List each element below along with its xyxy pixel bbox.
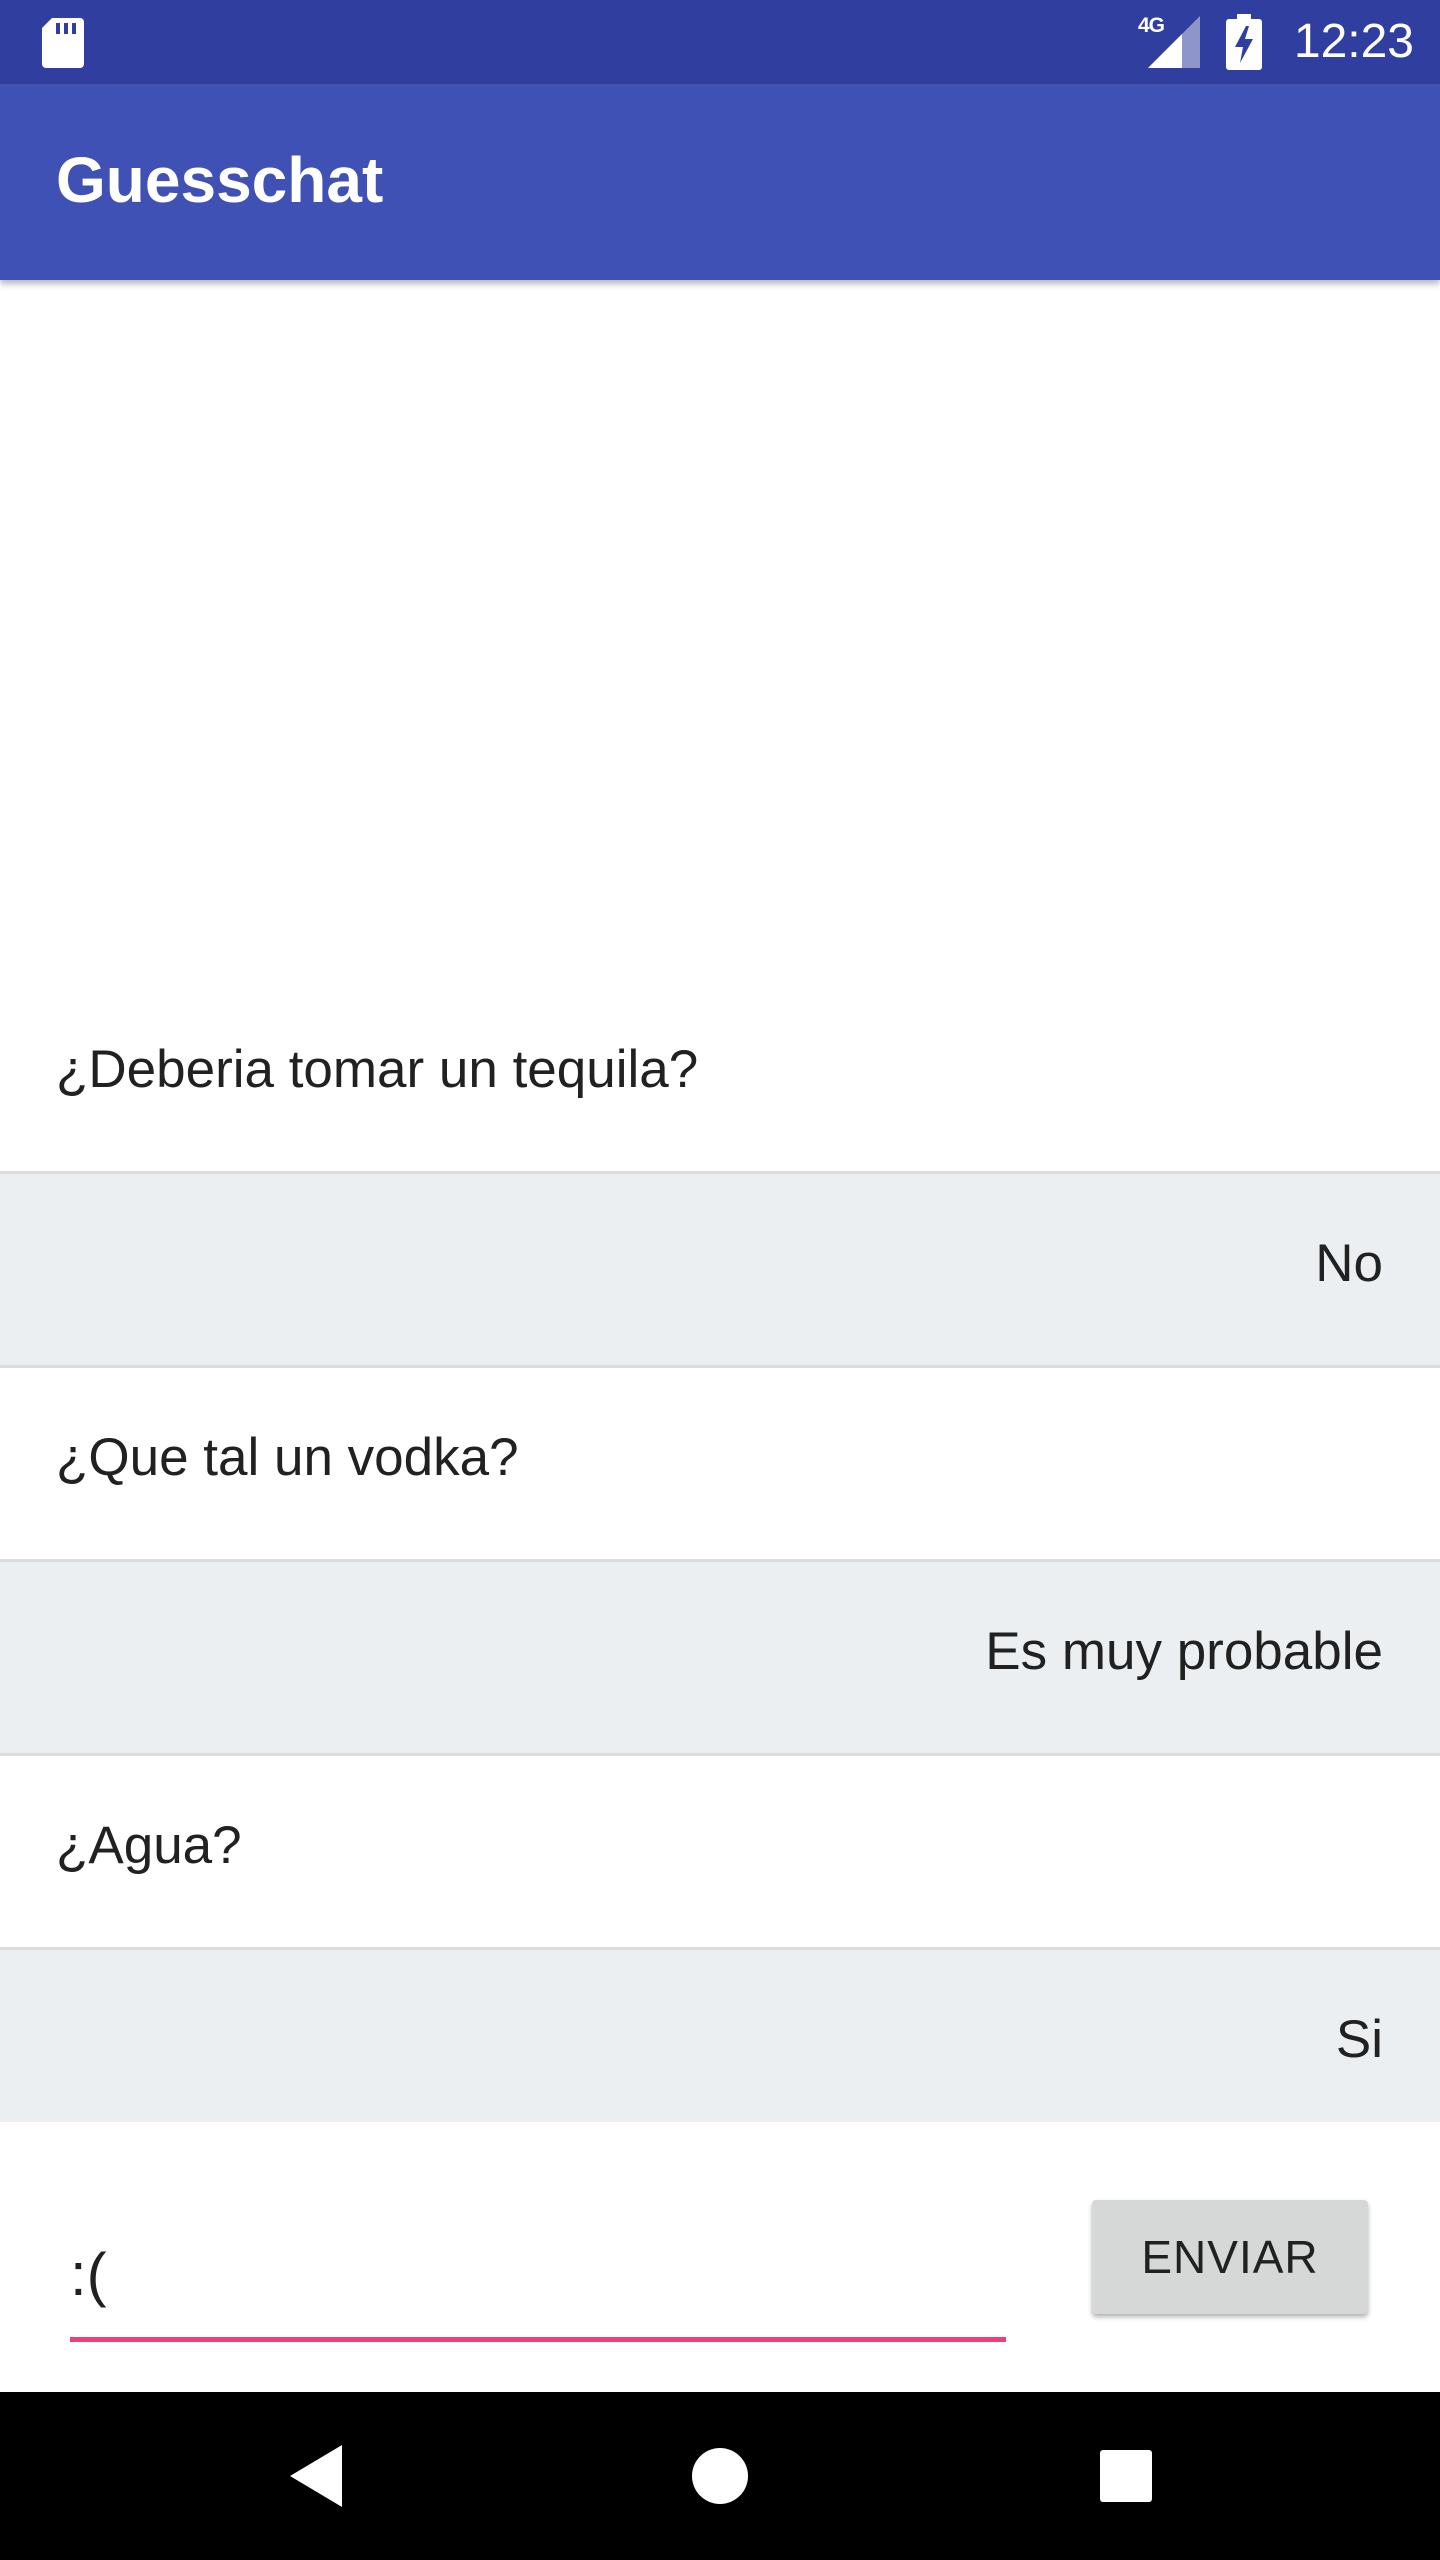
send-button[interactable]: ENVIAR <box>1092 2200 1368 2314</box>
home-button[interactable] <box>636 2392 804 2560</box>
app-title: Guesschat <box>56 144 384 216</box>
message-text: ¿Que tal un vodka? <box>56 1428 519 1487</box>
recents-button[interactable] <box>1042 2392 1210 2560</box>
back-button[interactable] <box>232 2392 400 2560</box>
message-text: ¿Agua? <box>56 1816 242 1875</box>
navigation-bar <box>0 2392 1440 2560</box>
message-text: No <box>1315 1234 1383 1293</box>
chat-message-question: ¿Que tal un vodka? <box>0 1368 1440 1562</box>
status-clock: 12:23 <box>1293 15 1414 68</box>
home-icon <box>692 2448 748 2504</box>
chat-list: ¿Deberia tomar un tequila? No ¿Que tal u… <box>0 980 1440 2144</box>
status-bar: 4G 12:23 <box>0 0 1440 84</box>
message-text: ¿Deberia tomar un tequila? <box>56 1040 699 1099</box>
chat-message-answer: No <box>0 1174 1440 1368</box>
recents-icon <box>1100 2450 1152 2502</box>
chat-message-answer: Es muy probable <box>0 1562 1440 1756</box>
network-type-label: 4G <box>1138 14 1165 37</box>
chat-message-answer: Si <box>0 1950 1440 2144</box>
message-text: Si <box>1335 2010 1383 2069</box>
message-text: Es muy probable <box>985 1622 1383 1681</box>
chat-message-question: ¿Deberia tomar un tequila? <box>0 980 1440 1174</box>
app-bar: Guesschat <box>0 84 1440 280</box>
chat-message-question: ¿Agua? <box>0 1756 1440 1950</box>
battery-charging-icon <box>1226 14 1262 70</box>
message-input[interactable] <box>70 2212 1006 2342</box>
back-icon <box>290 2445 342 2507</box>
sd-card-icon <box>42 18 84 68</box>
message-composer: ENVIAR <box>0 2122 1440 2392</box>
